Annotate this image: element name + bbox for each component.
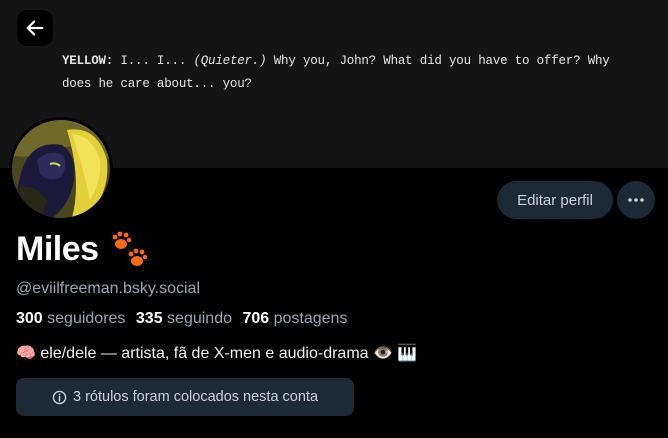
moderation-labels-text: 3 rótulos foram colocados nesta conta — [72, 389, 319, 405]
avatar[interactable] — [9, 117, 113, 221]
banner-text: YELLOW: I... I... (Quieter.) Why you, Jo… — [62, 50, 642, 96]
edit-profile-button[interactable]: Editar perfil — [497, 181, 613, 219]
followers-stat[interactable]: 300 seguidores — [16, 310, 125, 327]
following-label: seguindo — [167, 310, 232, 327]
arrow-left-icon — [26, 20, 44, 36]
followers-count: 300 — [16, 310, 43, 327]
banner-stage-direction: (Quieter.) — [193, 54, 267, 68]
following-stat[interactable]: 335 seguindo — [136, 310, 232, 327]
posts-count: 706 — [242, 310, 270, 327]
ellipsis-icon — [628, 198, 644, 202]
posts-label: postagens — [273, 310, 348, 327]
banner-line-start: I... I... — [113, 54, 194, 68]
info-icon — [52, 390, 67, 405]
avatar-image — [12, 120, 110, 218]
profile-bio: 🧠 ele/dele — artista, fã de X-men e audi… — [16, 345, 418, 362]
name-row: Miles — [16, 228, 149, 270]
posts-stat: 706 postagens — [242, 310, 347, 327]
following-count: 335 — [135, 310, 163, 327]
more-options-button[interactable] — [617, 181, 655, 219]
profile-handle: @eviilfreeman.bsky.social — [16, 280, 201, 297]
moderation-labels-button[interactable]: 3 rótulos foram colocados nesta conta — [16, 378, 354, 416]
back-button[interactable] — [17, 10, 53, 46]
paw-prints-icon — [112, 231, 147, 266]
display-name: Miles — [16, 229, 99, 268]
banner-speaker: YELLOW: — [62, 54, 114, 68]
followers-label: seguidores — [47, 310, 126, 327]
profile-stats: 300 seguidores 335 seguindo 706 postagen… — [16, 310, 347, 328]
